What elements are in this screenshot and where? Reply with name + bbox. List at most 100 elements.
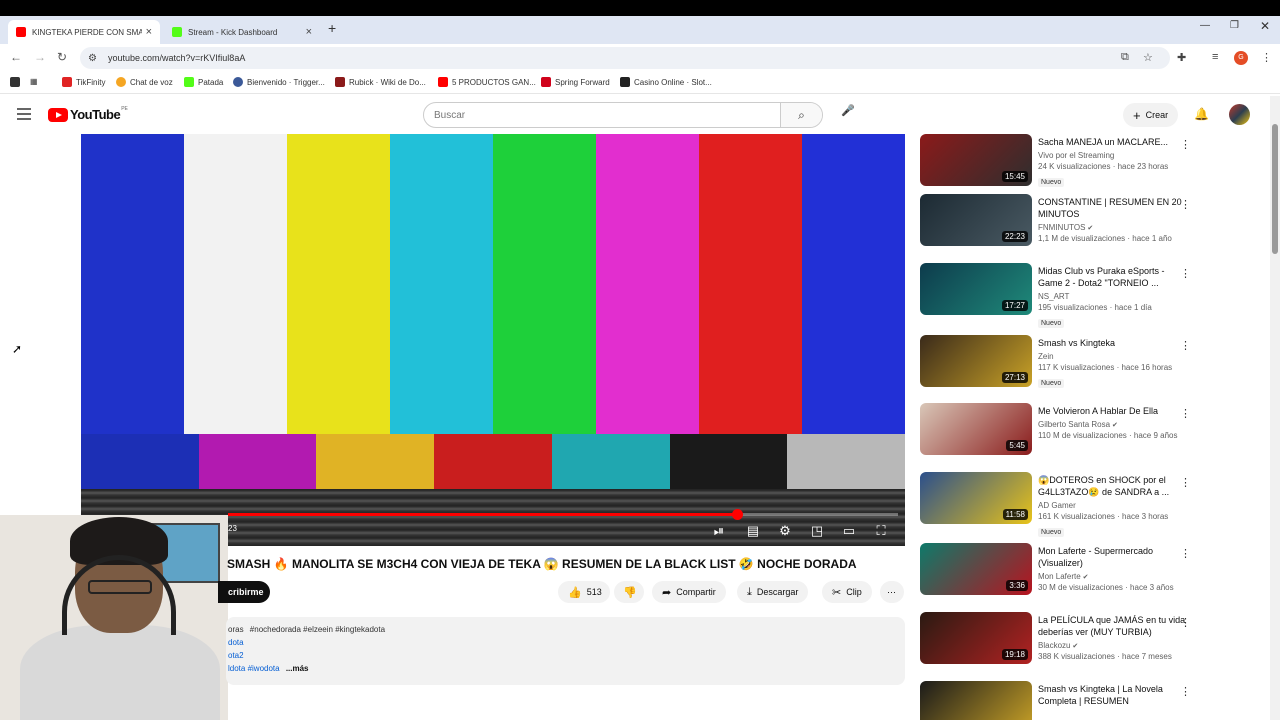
settings-gear-icon[interactable]: ⚙ [775, 521, 795, 541]
video-title[interactable]: 😱DOTEROS en SHOCK por el G4LL3TAZO😢 de S… [1038, 474, 1188, 498]
close-tab-icon[interactable]: × [306, 26, 312, 38]
create-button[interactable]: + Crear [1123, 103, 1179, 127]
video-title[interactable]: Me Volvieron A Hablar De Ella [1038, 405, 1188, 417]
forward-icon[interactable]: → [34, 50, 46, 64]
search-button[interactable]: ⌕ [780, 103, 822, 127]
channel-name[interactable]: Mon Laferte ✔ [1038, 572, 1188, 581]
progress-bar[interactable] [228, 509, 898, 520]
recommended-video[interactable]: 11:58 😱DOTEROS en SHOCK por el G4LL3TAZO😢… [920, 472, 1265, 537]
miniplayer-icon[interactable]: ◳ [807, 521, 827, 541]
more-vertical-icon[interactable]: ⋮ [1180, 685, 1191, 698]
share-button[interactable]: ➦ Compartir [652, 581, 726, 603]
install-app-icon[interactable]: ⧉ [1121, 51, 1129, 64]
bookmark-item[interactable]: Casino Online · Slot... [620, 77, 712, 87]
bookmark-item[interactable]: Bienvenido · Trigger... [233, 77, 325, 87]
video-thumbnail[interactable]: 17:27 [920, 263, 1032, 315]
apps-icon[interactable]: ▦ [30, 77, 38, 86]
tab-active[interactable]: KINGTEKA PIERDE CON SMASH × [8, 20, 160, 44]
channel-name[interactable]: Zein [1038, 352, 1188, 361]
search-input[interactable]: Buscar [434, 110, 465, 121]
theater-mode-icon[interactable]: ▭ [839, 521, 859, 541]
video-thumbnail[interactable]: 11:58 [920, 472, 1032, 524]
scrollbar-thumb[interactable] [1272, 124, 1278, 254]
video-title[interactable]: Midas Club vs Puraka eSports - Game 2 - … [1038, 265, 1188, 289]
clip-button[interactable]: ✂ Clip [822, 581, 872, 603]
description-line[interactable]: ota2 [226, 649, 905, 662]
media-icon[interactable]: ≡ [1212, 51, 1218, 63]
autoplay-toggle-icon[interactable]: ⏯ [709, 521, 729, 541]
dislike-button[interactable]: 👎 [614, 581, 644, 603]
recommended-video[interactable]: 19:18 La PELÍCULA que JAMÁS en tu vida de… [920, 612, 1265, 676]
video-title[interactable]: CONSTANTINE | RESUMEN EN 20 MINUTOS [1038, 196, 1188, 220]
video-thumbnail[interactable]: 22:23 [920, 194, 1032, 246]
channel-name[interactable]: AD Gamer [1038, 501, 1188, 510]
video-thumbnail[interactable]: 15:45 [920, 134, 1032, 186]
site-info-icon[interactable]: ⚙ [88, 53, 104, 64]
video-player[interactable]: 23 ⏯ ▤ ⚙ ◳ ▭ ⛶ [81, 134, 905, 546]
recommended-video[interactable]: 22:23 CONSTANTINE | RESUMEN EN 20 MINUTOS… [920, 194, 1265, 258]
more-vertical-icon[interactable]: ⋮ [1180, 476, 1191, 489]
minimize-icon[interactable]: — [1200, 20, 1210, 31]
more-vertical-icon[interactable]: ⋮ [1180, 267, 1191, 280]
more-vertical-icon[interactable]: ⋮ [1180, 547, 1191, 560]
recommended-video[interactable]: 3:36 Mon Laferte - Supermercado (Visualiz… [920, 543, 1265, 607]
bookmark-item[interactable]: Patada [184, 77, 223, 87]
description-line[interactable]: dota [226, 636, 905, 649]
channel-name[interactable]: NS_ART [1038, 292, 1188, 301]
bookmark-item[interactable]: Rubick · Wiki de Do... [335, 77, 426, 87]
video-title[interactable]: La PELÍCULA que JAMÁS en tu vida debería… [1038, 614, 1188, 638]
subscribe-button[interactable]: cribirme [218, 581, 270, 603]
omnibox[interactable]: ⚙ youtube.com/watch?v=rKVIfiul8aA [80, 47, 1170, 69]
more-actions-button[interactable]: ⋯ [880, 581, 904, 603]
close-window-icon[interactable]: ✕ [1260, 19, 1270, 33]
video-thumbnail[interactable]: 19:18 [920, 612, 1032, 664]
recommended-video[interactable]: 5:45 Me Volvieron A Hablar De Ella Gilbert… [920, 403, 1265, 467]
close-tab-icon[interactable]: × [146, 26, 152, 38]
video-thumbnail[interactable]: 5:45 [920, 403, 1032, 455]
more-vertical-icon[interactable]: ⋮ [1180, 339, 1191, 352]
search-box[interactable]: Buscar ⌕ [423, 102, 823, 128]
channel-name[interactable]: Blackozu ✔ [1038, 641, 1188, 650]
recommended-video[interactable]: 17:27 Midas Club vs Puraka eSports - Game… [920, 263, 1265, 328]
bookmark-item[interactable]: 5 PRODUCTOS GAN... [438, 77, 536, 87]
notifications-bell-icon[interactable]: 🔔 [1194, 107, 1209, 121]
video-thumbnail[interactable]: 27:13 [920, 335, 1032, 387]
download-button[interactable]: ⤓ Descargar [737, 581, 809, 603]
video-thumbnail[interactable]: 3:36 [920, 543, 1032, 595]
subtitles-icon[interactable]: ▤ [743, 521, 763, 541]
video-title[interactable]: Smash vs Kingteka [1038, 337, 1188, 349]
like-button[interactable]: 👍 513 [558, 581, 610, 603]
browser-menu-icon[interactable]: ⋮ [1261, 51, 1272, 64]
description-hashtags[interactable]: ldota #iwodota [228, 664, 280, 673]
video-title[interactable]: Sacha MANEJA un MACLARE... [1038, 136, 1188, 148]
bookmark-item[interactable]: TikFinity [62, 77, 105, 87]
maximize-icon[interactable]: ❐ [1230, 20, 1239, 31]
show-more-link[interactable]: ...más [286, 664, 309, 673]
description-box[interactable]: oras #nochedorada #elzeein #kingtekadota… [226, 617, 905, 685]
channel-name[interactable]: Gilberto Santa Rosa ✔ [1038, 420, 1188, 429]
menu-icon[interactable] [17, 108, 31, 123]
more-vertical-icon[interactable]: ⋮ [1180, 616, 1191, 629]
bookmark-item[interactable]: Spring Forward [541, 77, 610, 87]
video-title[interactable]: Mon Laferte - Supermercado (Visualizer) [1038, 545, 1188, 569]
browser-profile-avatar[interactable]: G [1234, 51, 1248, 65]
description-hashtags[interactable]: #nochedorada #elzeein #kingtekadota [250, 625, 385, 634]
back-icon[interactable]: ← [10, 50, 22, 64]
extensions-icon[interactable]: ✚ [1177, 51, 1186, 64]
channel-name[interactable]: Vivo por el Streaming [1038, 151, 1188, 160]
tab-kick[interactable]: Stream - Kick Dashboard × [164, 20, 320, 44]
youtube-logo[interactable]: YouTube PE [48, 106, 128, 122]
sidebar-toggle-icon[interactable] [10, 77, 24, 87]
recommended-video[interactable]: Smash vs Kingteka | La Novela Completa |… [920, 681, 1265, 720]
recommended-video[interactable]: 27:13 Smash vs Kingteka Zein 117 K visualiz… [920, 335, 1265, 399]
more-vertical-icon[interactable]: ⋮ [1180, 138, 1191, 151]
channel-name[interactable]: FNMINUTOS ✔ [1038, 223, 1188, 232]
reload-icon[interactable]: ↻ [57, 50, 67, 64]
video-thumbnail[interactable] [920, 681, 1032, 720]
fullscreen-icon[interactable]: ⛶ [871, 521, 891, 541]
video-title[interactable]: Smash vs Kingteka | La Novela Completa |… [1038, 683, 1188, 707]
recommended-video[interactable]: 15:45 Sacha MANEJA un MACLARE... Vivo por … [920, 134, 1265, 198]
more-vertical-icon[interactable]: ⋮ [1180, 198, 1191, 211]
bookmark-star-icon[interactable]: ☆ [1143, 51, 1153, 64]
voice-search-icon[interactable]: 🎤 [838, 104, 858, 124]
